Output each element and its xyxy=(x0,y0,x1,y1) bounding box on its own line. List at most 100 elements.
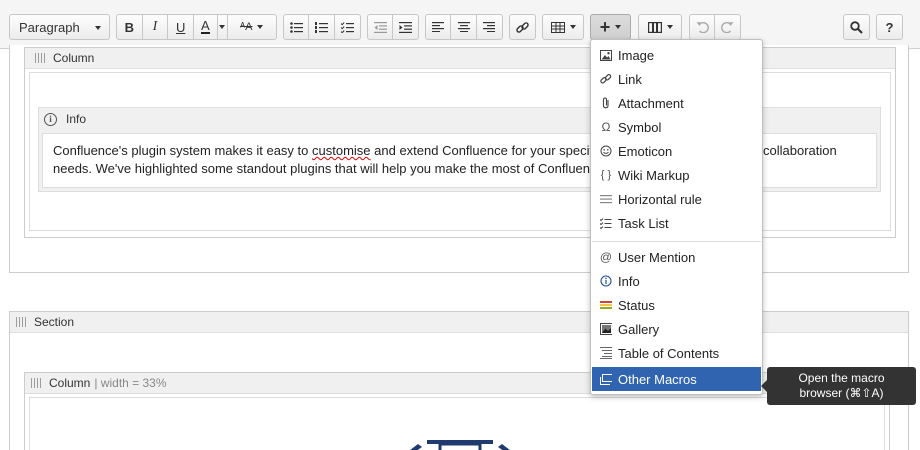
gallery-icon xyxy=(600,323,612,335)
link-icon xyxy=(516,21,529,33)
underline-icon: U xyxy=(175,19,186,35)
info-text-start: Confluence's plugin system makes it easy… xyxy=(53,143,312,158)
text-style-group: B I U A ᴬA xyxy=(116,14,277,40)
menu-item-label: Info xyxy=(618,273,640,289)
column-width-label: | width = 33% xyxy=(94,376,167,390)
redo-button[interactable] xyxy=(715,15,740,39)
menu-item-image[interactable]: Image xyxy=(592,43,761,67)
menu-item-label: Link xyxy=(618,71,642,87)
section-header: Section xyxy=(10,312,908,333)
more-formatting-dropdown[interactable]: ᴬA xyxy=(228,15,276,39)
chevron-down-icon xyxy=(257,25,264,29)
page-layout-dropdown[interactable] xyxy=(638,14,682,40)
indent-group xyxy=(367,14,419,40)
menu-item-other-macros[interactable]: Other Macros xyxy=(592,367,761,391)
menu-item-gallery[interactable]: Gallery xyxy=(592,317,761,341)
align-center-button[interactable] xyxy=(451,15,477,39)
undo-button[interactable] xyxy=(690,15,716,39)
menu-item-label: Task List xyxy=(618,215,669,231)
insert-more-menu: Image Link Attachment Ω Symbol Emoticon … xyxy=(590,39,763,395)
indent-icon xyxy=(399,21,412,33)
bullet-list-button[interactable] xyxy=(284,15,310,39)
menu-item-label: Image xyxy=(618,47,655,63)
underline-button[interactable]: U xyxy=(168,15,195,39)
chevron-down-icon xyxy=(666,25,673,29)
menu-item-info[interactable]: Info xyxy=(592,269,761,293)
column-label: Column xyxy=(49,376,91,390)
toc-icon xyxy=(600,347,612,359)
menu-item-wiki-markup[interactable]: { } Wiki Markup xyxy=(592,163,761,187)
indent-button[interactable] xyxy=(393,15,418,39)
outdent-icon xyxy=(373,21,387,33)
drag-handle-icon[interactable] xyxy=(16,317,26,327)
macro-browser-illustration xyxy=(410,440,510,450)
align-left-icon xyxy=(432,22,445,32)
align-right-icon xyxy=(483,22,496,32)
bold-button[interactable]: B xyxy=(117,15,143,39)
editor-toolbar: Paragraph B I U A ᴬA + ? xyxy=(0,0,920,49)
text-color-dropdown[interactable] xyxy=(218,15,228,39)
info-icon: i xyxy=(44,112,57,126)
menu-item-emoticon[interactable]: Emoticon xyxy=(592,139,761,163)
link-icon xyxy=(600,73,612,85)
menu-item-attachment[interactable]: Attachment xyxy=(592,91,761,115)
link-button[interactable] xyxy=(509,14,536,40)
menu-item-label: Gallery xyxy=(618,321,660,337)
menu-item-label: Wiki Markup xyxy=(618,167,690,183)
table-icon xyxy=(550,21,565,33)
menu-item-label: Horizontal rule xyxy=(618,191,702,207)
text-color-icon: A xyxy=(201,18,210,34)
task-list-button[interactable] xyxy=(335,15,360,39)
confluence-editor: Paragraph B I U A ᴬA + ? Column i Info C… xyxy=(0,0,920,450)
paragraph-format-dropdown[interactable]: Paragraph xyxy=(9,14,110,40)
bold-icon: B xyxy=(124,19,135,35)
menu-item-task-list[interactable]: Task List xyxy=(592,211,761,235)
info-label: Info xyxy=(66,112,87,126)
paperclip-icon xyxy=(600,97,612,109)
menu-item-link[interactable]: Link xyxy=(592,67,761,91)
table-dropdown[interactable] xyxy=(542,14,584,40)
chevron-down-icon xyxy=(219,25,226,29)
outdent-button[interactable] xyxy=(368,15,394,39)
image-icon xyxy=(600,49,612,61)
menu-item-status[interactable]: Status xyxy=(592,293,761,317)
drag-handle-icon[interactable] xyxy=(35,53,45,63)
align-right-button[interactable] xyxy=(477,15,502,39)
alignment-group xyxy=(425,14,503,40)
column-header: Column xyxy=(25,48,895,69)
list-group xyxy=(283,14,361,40)
help-button[interactable]: ? xyxy=(876,14,903,40)
macro-icon xyxy=(600,373,612,385)
chevron-down-icon xyxy=(95,26,101,30)
info-text-line-1-end: collaboration xyxy=(763,143,837,158)
menu-item-label: Attachment xyxy=(618,95,684,111)
italic-button[interactable]: I xyxy=(143,15,169,39)
misspelled-word[interactable]: customise xyxy=(312,143,371,158)
tooltip-line-2: browser (⌘⇧A) xyxy=(799,386,884,400)
menu-item-symbol[interactable]: Ω Symbol xyxy=(592,115,761,139)
menu-item-user-mention[interactable]: @ User Mention xyxy=(592,245,761,269)
menu-item-table-of-contents[interactable]: Table of Contents xyxy=(592,341,761,365)
info-icon xyxy=(600,275,612,287)
section-label: Section xyxy=(34,315,75,329)
status-icon xyxy=(600,299,612,311)
bullet-list-icon xyxy=(289,21,303,33)
drag-handle-icon[interactable] xyxy=(31,378,41,388)
paragraph-format-label: Paragraph xyxy=(19,20,80,35)
numbered-list-icon xyxy=(315,21,329,33)
strikethrough-icon: ᴬA xyxy=(240,21,253,33)
braces-icon: { } xyxy=(600,169,612,181)
info-text-middle: and extend Confluence for your specifi xyxy=(370,143,596,158)
align-left-button[interactable] xyxy=(426,15,452,39)
menu-item-label: Emoticon xyxy=(618,143,673,159)
smiley-icon xyxy=(600,145,612,157)
find-replace-button[interactable] xyxy=(843,14,870,40)
macro-browser-tooltip: Open the macro browser (⌘⇧A) xyxy=(761,367,916,405)
italic-icon: I xyxy=(152,19,158,34)
insert-more-dropdown[interactable]: + xyxy=(590,14,631,40)
numbered-list-button[interactable] xyxy=(309,15,335,39)
menu-item-label: Table of Contents xyxy=(618,345,720,361)
text-color-button[interactable]: A xyxy=(194,15,218,39)
menu-item-horizontal-rule[interactable]: Horizontal rule xyxy=(592,187,761,211)
task-list-icon xyxy=(340,21,354,33)
